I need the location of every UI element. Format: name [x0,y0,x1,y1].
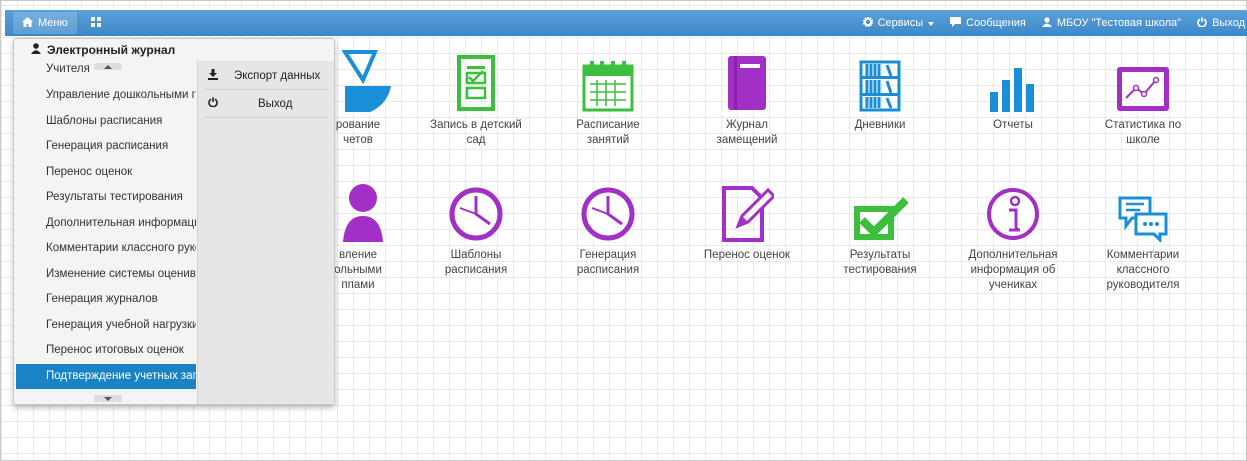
gear-icon [862,16,873,30]
tile-label: школе [1126,134,1160,146]
menu-item-preschool-groups[interactable]: Управление дошкольными группами [16,83,196,109]
checklist-icon [418,50,534,112]
menu-item-workload-generation[interactable]: Генерация учебной нагрузки [16,313,196,339]
menu-button[interactable]: Меню [13,12,77,34]
tile-reports[interactable]: Отчеты [955,50,1071,133]
menu-item-test-results[interactable]: Результаты тестирования [16,185,196,211]
menu-label: Меню [38,17,68,29]
tile-label: Расписание [576,119,640,131]
menu-item-grade-transfer[interactable]: Перенос оценок [16,160,196,186]
tile-grade-transfer[interactable]: Перенос оценок [689,180,805,263]
line-chart-icon [1085,50,1201,112]
tile-label: классного [1116,264,1170,276]
menu-item-schedule-generation[interactable]: Генерация расписания [16,134,196,160]
side-logout-button[interactable]: Выход [198,90,334,117]
school-link[interactable]: МБОУ "Тестовая школа" [1041,16,1182,30]
scroll-up-button[interactable] [94,63,122,70]
tile-kindergarten-enrollment[interactable]: Запись в детский сад [418,50,534,148]
tile-label: руководителя [1106,279,1180,291]
tile-class-schedule[interactable]: Расписание занятий [550,50,666,148]
calendar-icon [550,50,666,112]
divider [204,117,328,118]
clock-icon [418,180,534,242]
messages-link[interactable]: Сообщения [950,16,1026,30]
tile-label: Комментарии [1106,249,1180,261]
user-icon [31,43,41,57]
tile-label: занятий [586,134,630,146]
menu-item-additional-info[interactable]: Дополнительная информация об учениках [16,211,196,237]
menu-item-account-confirmation[interactable]: Подтверждение учетных записей [16,363,196,389]
menu-item-schedule-templates[interactable]: Шаблоны расписания [16,109,196,135]
tile-label: Дополнительная [968,249,1058,261]
tile-test-results[interactable]: Результаты тестирования [822,180,938,278]
books-shelf-icon [822,50,938,112]
tile-label: расписания [444,264,508,276]
scroll-down-button[interactable] [94,395,122,402]
logout-label: Выход [1212,17,1245,29]
tile-diaries[interactable]: Дневники [822,50,938,133]
tile-label: Шаблоны [450,249,502,261]
tile-label: Перенос оценок [703,249,791,261]
tile-label: Генерация [579,249,637,261]
tile-substitution-journal[interactable]: Журнал замещений [689,50,805,148]
menu-item-final-grades-transfer[interactable]: Перенос итоговых оценок [16,338,196,364]
tile-label: Дневники [854,119,906,131]
main-menu-dropdown: Электронный журнал Учителя Управление до… [13,38,335,405]
power-icon [208,97,218,110]
menu-section-title: Электронный журнал [47,43,176,57]
side-logout-label: Выход [258,97,293,110]
tile-school-statistics[interactable]: Статистика по школе [1085,50,1201,148]
tile-label: замещений [716,134,778,146]
comment-icon [950,16,962,30]
tile-label: информация об [970,264,1056,276]
tile-label: Отчеты [993,119,1033,131]
school-label: МБОУ "Тестовая школа" [1056,17,1182,29]
home-icon [22,16,33,30]
info-icon [955,180,1071,242]
tile-schedule-generation[interactable]: Генерация расписания [550,180,666,278]
menu-side-panel: Экспорт данных Выход [197,61,334,404]
menu-item-journal-generation[interactable]: Генерация журналов [16,287,196,313]
tile-label: Запись в детский [430,119,522,131]
caret-down-icon [928,17,935,29]
export-data-button[interactable]: Экспорт данных [198,62,334,89]
tile-additional-student-info[interactable]: Дополнительная информация об учениках [955,180,1071,293]
logout-link[interactable]: Выход [1197,16,1245,30]
tile-label: тестирования [843,264,917,276]
power-icon [1197,16,1207,30]
menu-section-header: Электронный журнал [14,39,334,61]
tile-label: сад [466,134,486,146]
menu-item-teacher-comments[interactable]: Комментарии классного руководителя [16,236,196,262]
tile-label: Статистика по [1104,119,1182,131]
messages-label: Сообщения [966,17,1026,29]
bar-chart-icon [955,50,1071,112]
tile-class-teacher-comments[interactable]: Комментарии классного руководителя [1085,180,1201,293]
services-label: Сервисы [877,17,924,29]
edit-document-icon [689,180,805,242]
tile-label: расписания [576,264,640,276]
chat-bubbles-icon [1085,180,1201,242]
tile-label: Результаты [849,249,911,261]
export-data-label: Экспорт данных [234,69,321,82]
book-icon [689,50,805,112]
services-menu[interactable]: Сервисы [862,16,935,30]
menu-item-grading-system[interactable]: Изменение системы оценивания [16,262,196,288]
grid-icon [90,16,101,30]
tile-label: учениках [988,279,1038,291]
checkbox-checked-icon [822,180,938,242]
tile-schedule-templates[interactable]: Шаблоны расписания [418,180,534,278]
download-icon [208,68,218,83]
apps-grid-button[interactable] [87,12,105,34]
clock-icon [550,180,666,242]
menu-item-list[interactable]: Учителя Управление дошкольными группами … [16,61,196,399]
arrow-down-icon [104,396,112,401]
user-icon [1041,16,1052,30]
arrow-up-icon [104,64,112,69]
tile-label: Журнал [726,119,768,131]
top-navbar: Меню Сервисы Сообщения МБОУ "Тестовая шк… [5,10,1247,36]
